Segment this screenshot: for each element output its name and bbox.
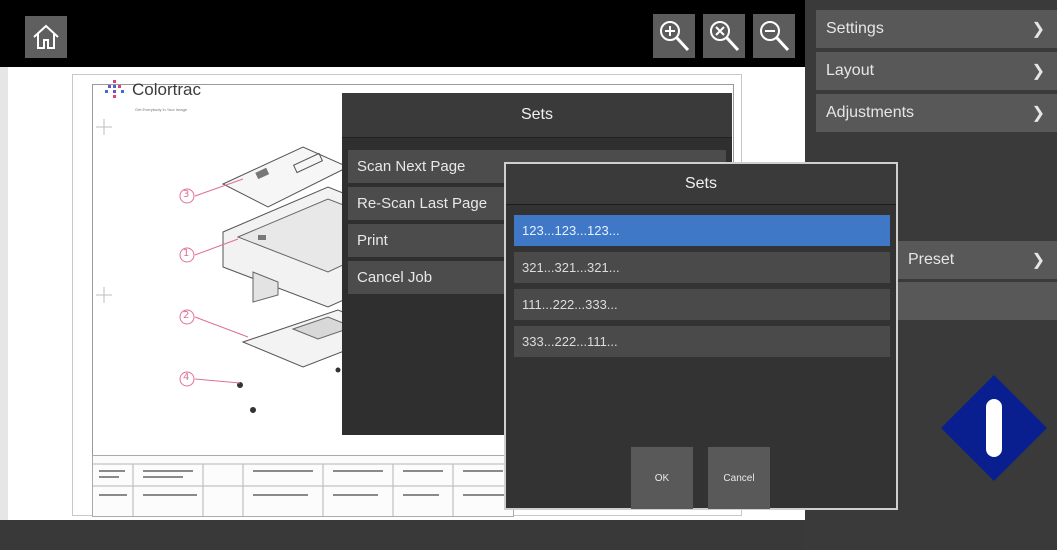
title-block-grid <box>93 463 513 516</box>
sidebar-item-adjustments[interactable]: Adjustments ❯ <box>816 94 1057 132</box>
zoom-fit-button[interactable] <box>703 14 745 58</box>
callout-4: 4 <box>183 372 190 383</box>
zoom-in-icon <box>660 21 690 52</box>
sidebar-item-label: Preset <box>908 251 955 268</box>
chevron-right-icon: ❯ <box>1031 105 1045 122</box>
ok-button[interactable]: OK <box>631 447 693 509</box>
set-order-option-123[interactable]: 123...123...123... <box>514 215 890 246</box>
sets-dialog-title: Sets <box>342 93 732 138</box>
sidebar-item-label: Settings <box>826 20 884 37</box>
callout-2: 2 <box>183 310 190 321</box>
zoom-out-button[interactable] <box>753 14 795 58</box>
sidebar-item-label: Adjustments <box>826 104 915 121</box>
set-order-option-111-222-333[interactable]: 111...222...333... <box>514 289 890 320</box>
bottom-bar <box>0 520 805 550</box>
sidebar-item-layout[interactable]: Layout ❯ <box>816 52 1057 90</box>
sidebar-item-label: Layout <box>826 62 875 79</box>
chevron-right-icon: ❯ <box>1031 63 1045 80</box>
zoom-out-icon <box>760 21 790 52</box>
chevron-right-icon: ❯ <box>1031 252 1045 269</box>
home-icon <box>33 24 59 49</box>
zoom-fit-icon <box>710 21 740 52</box>
set-order-option-333-222-111[interactable]: 333...222...111... <box>514 326 890 357</box>
pause-indicator-icon <box>941 375 1047 481</box>
status-indicator <box>941 375 1047 481</box>
cancel-button[interactable]: Cancel <box>708 447 770 509</box>
callout-3: 3 <box>183 189 190 200</box>
sets-popup-title: Sets <box>506 164 896 205</box>
callout-1: 1 <box>183 248 190 259</box>
set-order-option-321[interactable]: 321...321...321... <box>514 252 890 283</box>
title-block <box>92 455 514 517</box>
left-edge <box>0 67 8 522</box>
sets-order-popup: Sets 123...123...123... 321...321...321.… <box>504 162 898 510</box>
chevron-right-icon: ❯ <box>1031 21 1045 38</box>
sidebar-item-settings[interactable]: Settings ❯ <box>816 10 1057 48</box>
zoom-in-button[interactable] <box>653 14 695 58</box>
home-button[interactable] <box>25 16 67 58</box>
